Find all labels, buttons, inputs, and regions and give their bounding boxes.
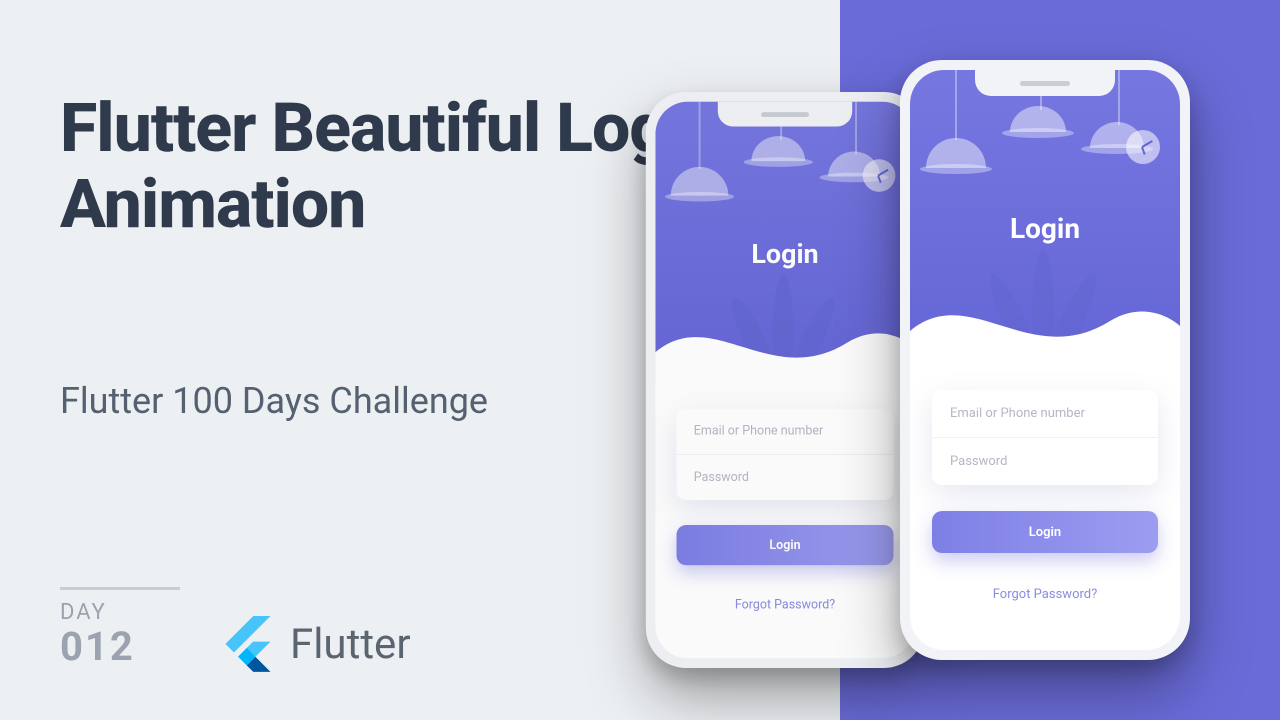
login-hero: Login bbox=[910, 70, 1180, 360]
lamp-wire-icon bbox=[855, 102, 857, 155]
login-heading: Login bbox=[655, 238, 914, 270]
password-field[interactable]: Password bbox=[932, 438, 1158, 485]
phone-mockups: Login Email or Phone number Password Log… bbox=[640, 40, 1240, 700]
clock-icon bbox=[1126, 130, 1160, 164]
input-card: Email or Phone number Password bbox=[932, 390, 1158, 485]
divider bbox=[60, 587, 180, 590]
login-form: Email or Phone number Password Login For… bbox=[655, 380, 914, 612]
lamp-wire-icon bbox=[699, 102, 701, 169]
phone-screen: Login Email or Phone number Password Log… bbox=[655, 102, 914, 659]
input-card: Email or Phone number Password bbox=[677, 409, 894, 500]
subtitle: Flutter 100 Days Challenge bbox=[60, 380, 488, 422]
login-button[interactable]: Login bbox=[932, 511, 1158, 553]
phone-notch bbox=[718, 102, 852, 127]
wave-divider bbox=[655, 295, 914, 380]
lamp-wire-icon bbox=[955, 70, 957, 140]
forgot-password-link[interactable]: Forgot Password? bbox=[932, 587, 1158, 602]
phone-mockup-back: Login Email or Phone number Password Log… bbox=[646, 92, 924, 668]
day-counter: DAY 012 bbox=[60, 600, 135, 670]
email-field[interactable]: Email or Phone number bbox=[677, 409, 894, 455]
clock-icon bbox=[863, 159, 896, 192]
phone-screen: Login Email or Phone number Password Log… bbox=[910, 70, 1180, 650]
flutter-logo-icon bbox=[220, 616, 276, 672]
email-field[interactable]: Email or Phone number bbox=[932, 390, 1158, 438]
flutter-wordmark: Flutter bbox=[290, 620, 411, 669]
lamp-icon bbox=[751, 136, 805, 161]
login-button[interactable]: Login bbox=[677, 525, 894, 565]
phone-mockup-front: Login Email or Phone number Password Log… bbox=[900, 60, 1190, 660]
lamp-wire-icon bbox=[1118, 70, 1120, 125]
login-heading: Login bbox=[910, 212, 1180, 245]
login-hero: Login bbox=[655, 102, 914, 380]
day-number: 012 bbox=[60, 623, 135, 670]
promo-card: Flutter Beautiful Login Page UI and Anim… bbox=[0, 0, 1280, 720]
lamp-icon bbox=[1010, 106, 1066, 132]
password-field[interactable]: Password bbox=[677, 455, 894, 500]
day-label: DAY bbox=[60, 600, 135, 625]
login-form: Email or Phone number Password Login For… bbox=[910, 360, 1180, 602]
lamp-icon bbox=[926, 138, 986, 168]
lamp-icon bbox=[671, 167, 729, 196]
flutter-brand: Flutter bbox=[220, 616, 411, 672]
phone-notch bbox=[975, 70, 1115, 96]
forgot-password-link[interactable]: Forgot Password? bbox=[677, 598, 894, 612]
wave-divider bbox=[910, 271, 1180, 360]
